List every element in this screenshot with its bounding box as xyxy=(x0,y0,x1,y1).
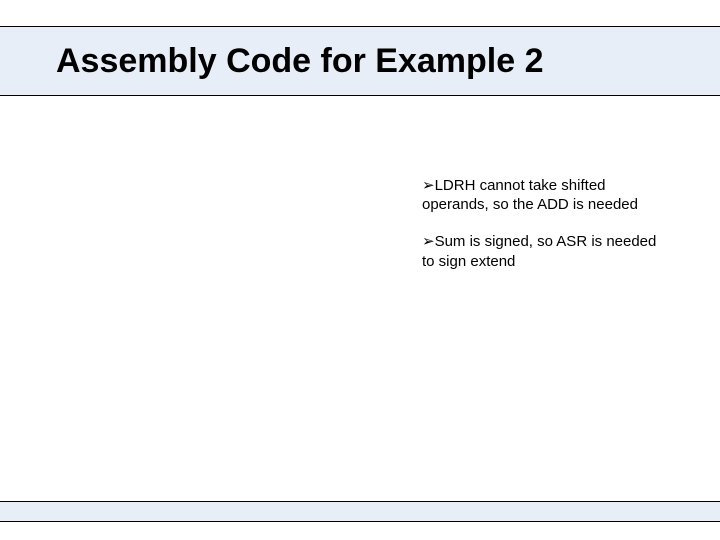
footer-band xyxy=(0,501,720,522)
note-item: ➢LDRH cannot take shifted operands, so t… xyxy=(422,176,670,214)
note-item: ➢Sum is signed, so ASR is needed to sign… xyxy=(422,232,670,270)
bullet-arrow-icon: ➢ xyxy=(422,233,435,250)
bullet-arrow-icon: ➢ xyxy=(422,177,435,194)
slide-title: Assembly Code for Example 2 xyxy=(56,42,544,81)
notes-block: ➢LDRH cannot take shifted operands, so t… xyxy=(422,176,670,289)
note-text: LDRH cannot take shifted operands, so th… xyxy=(422,177,638,213)
note-text: Sum is signed, so ASR is needed to sign … xyxy=(422,233,656,269)
title-band: Assembly Code for Example 2 xyxy=(0,26,720,96)
slide: Assembly Code for Example 2 ➢LDRH cannot… xyxy=(0,0,720,540)
